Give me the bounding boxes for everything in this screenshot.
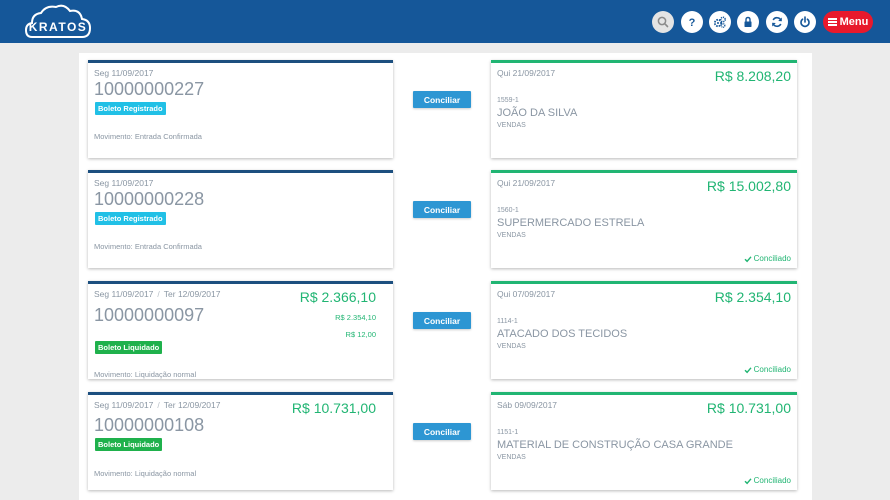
entry-amount: R$ 15.002,80 xyxy=(706,178,791,194)
entry-code: 1114-1 xyxy=(497,318,518,325)
entry-name: SUPERMERCADO ESTRELA xyxy=(497,217,645,229)
status-badge: Boleto Registrado xyxy=(95,102,166,115)
entry-category: VENDAS xyxy=(497,122,526,129)
status-badge: Boleto Registrado xyxy=(95,212,166,225)
check-icon xyxy=(744,477,752,484)
conciliado-status: Conciliado xyxy=(744,254,791,263)
conciliar-button[interactable]: Conciliar xyxy=(413,423,471,440)
conciliar-button[interactable]: Conciliar xyxy=(413,201,471,218)
entry-amount: R$ 2.354,10 xyxy=(714,289,791,305)
search-button[interactable] xyxy=(652,11,674,33)
kratos-logo[interactable]: KRATOS xyxy=(24,3,92,41)
record-date: Seg 11/09/2017 xyxy=(94,68,154,78)
entry-date: Qui 21/09/2017 xyxy=(497,178,556,188)
svg-text:?: ? xyxy=(689,17,696,29)
power-button[interactable] xyxy=(794,11,816,33)
entry-card[interactable]: Qui 07/09/2017 R$ 2.354,10 1114-1 ATACAD… xyxy=(491,281,797,379)
record-fee: R$ 12,00 xyxy=(345,330,376,339)
entry-date: Sáb 09/09/2017 xyxy=(497,400,558,410)
entry-code: 1560-1 xyxy=(497,207,519,214)
entry-code: 1559-1 xyxy=(497,97,519,104)
record-number: 10000000108 xyxy=(94,415,205,435)
record-amount: R$ 10.731,00 xyxy=(291,400,376,416)
entry-amount: R$ 10.731,00 xyxy=(706,400,791,416)
hamburger-icon xyxy=(827,16,837,27)
entry-category: VENDAS xyxy=(497,232,526,239)
entry-name: ATACADO DOS TECIDOS xyxy=(497,328,628,340)
conciliar-button[interactable]: Conciliar xyxy=(413,312,471,329)
record-subamount: R$ 2.354,10 xyxy=(335,313,376,322)
entry-card[interactable]: Qui 21/09/2017 R$ 8.208,20 1559-1 JOÃO D… xyxy=(491,60,797,158)
lock-icon xyxy=(744,16,752,27)
entry-card[interactable]: Qui 21/09/2017 R$ 15.002,80 1560-1 SUPER… xyxy=(491,170,797,268)
movement-text: Movimento: Liquidação normal xyxy=(94,469,197,478)
status-badge: Boleto Liquidado xyxy=(95,438,163,451)
settings-button[interactable] xyxy=(709,11,731,33)
refresh-button[interactable] xyxy=(766,11,788,33)
record-number: 10000000097 xyxy=(94,305,205,325)
movement-text: Movimento: Liquidação normal xyxy=(94,370,197,379)
movement-text: Movimento: Entrada Confirmada xyxy=(94,132,202,141)
menu-label: Menu xyxy=(839,16,869,28)
record-date: Seg 11/09/2017/Ter 12/09/2017 xyxy=(94,289,221,299)
check-icon xyxy=(744,366,752,373)
entry-date: Qui 07/09/2017 xyxy=(497,289,556,299)
gears-icon xyxy=(713,16,726,28)
entry-category: VENDAS xyxy=(497,454,526,461)
entry-name: JOÃO DA SILVA xyxy=(497,107,578,119)
record-date: Seg 11/09/2017/Ter 12/09/2017 xyxy=(94,400,221,410)
top-bar: KRATOS ? Menu xyxy=(0,0,890,43)
record-date: Seg 11/09/2017 xyxy=(94,178,154,188)
menu-button[interactable]: Menu xyxy=(823,11,873,33)
record-number: 10000000227 xyxy=(94,79,205,99)
entry-card[interactable]: Sáb 09/09/2017 R$ 10.731,00 1151-1 MATER… xyxy=(491,392,797,490)
entry-category: VENDAS xyxy=(497,343,526,350)
entry-code: 1151-1 xyxy=(497,429,519,436)
lock-button[interactable] xyxy=(737,11,759,33)
logo-text: KRATOS xyxy=(28,20,88,34)
status-badge: Boleto Liquidado xyxy=(95,341,163,354)
help-button[interactable]: ? xyxy=(681,11,703,33)
bank-record-card[interactable]: Seg 11/09/2017 10000000228 Boleto Regist… xyxy=(88,170,393,268)
conciliar-button[interactable]: Conciliar xyxy=(413,91,471,108)
bank-record-card[interactable]: Seg 11/09/2017/Ter 12/09/2017 R$ 2.366,1… xyxy=(88,281,393,379)
entry-date: Qui 21/09/2017 xyxy=(497,68,556,78)
refresh-icon xyxy=(772,16,782,28)
conciliado-status: Conciliado xyxy=(744,365,791,374)
entry-amount: R$ 8.208,20 xyxy=(714,68,791,84)
question-icon: ? xyxy=(689,17,696,29)
search-icon xyxy=(657,16,669,28)
bank-record-card[interactable]: Seg 11/09/2017/Ter 12/09/2017 R$ 10.731,… xyxy=(88,392,393,490)
entry-name: MATERIAL DE CONSTRUÇÃO CASA GRANDE xyxy=(497,439,733,451)
conciliado-status: Conciliado xyxy=(744,476,791,485)
movement-text: Movimento: Entrada Confirmada xyxy=(94,242,202,251)
power-icon xyxy=(800,16,810,28)
record-number: 10000000228 xyxy=(94,189,205,209)
check-icon xyxy=(744,255,752,262)
bank-record-card[interactable]: Seg 11/09/2017 10000000227 Boleto Regist… xyxy=(88,60,393,158)
record-amount: R$ 2.366,10 xyxy=(299,289,376,305)
